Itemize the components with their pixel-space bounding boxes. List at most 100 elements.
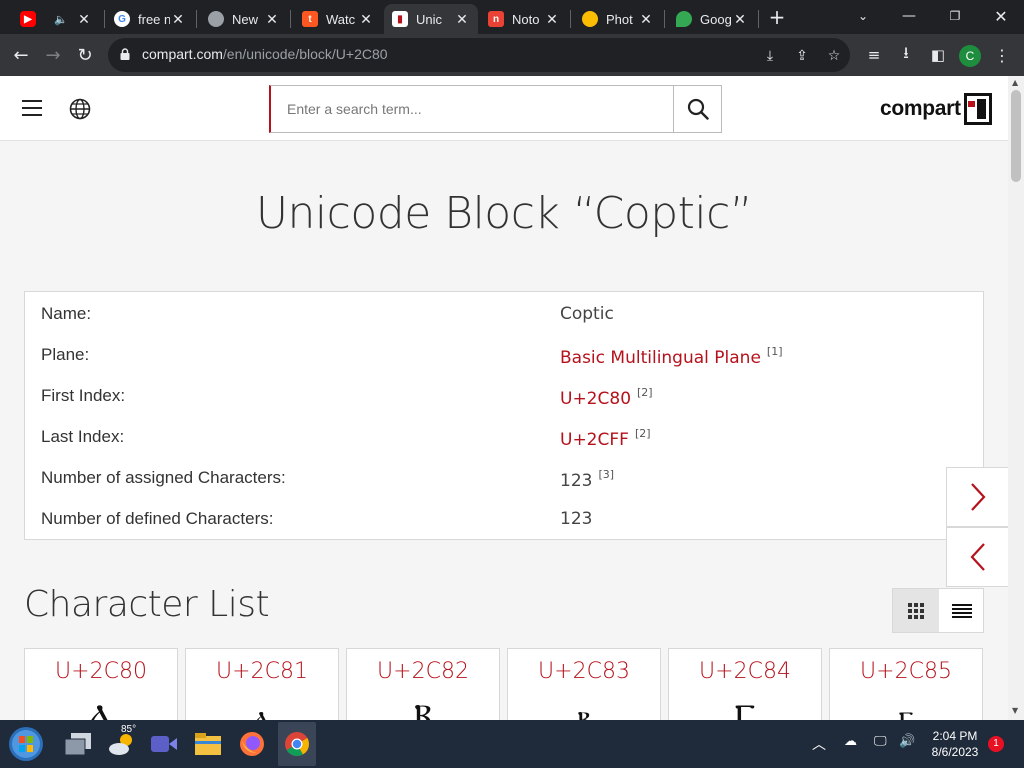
tab-search-icon[interactable]: ⌄ — [840, 0, 886, 32]
close-tab-icon[interactable]: ✕ — [638, 11, 654, 28]
compart-icon: ▮ — [392, 11, 408, 27]
compart-logo[interactable]: compart — [880, 92, 992, 126]
close-tab-icon[interactable]: ✕ — [454, 11, 470, 28]
weather-icon[interactable]: 85° — [106, 724, 138, 760]
tab-google[interactable]: G free n ✕ — [106, 4, 194, 34]
chevron-left-icon — [970, 543, 985, 571]
start-button[interactable] — [6, 724, 46, 764]
tab-noto[interactable]: n Noto ✕ — [480, 4, 568, 34]
character-glyph: Ⲁ — [88, 697, 114, 720]
footnote-ref[interactable]: [2] — [635, 427, 651, 440]
menu-kebab-icon[interactable]: ⋮ — [989, 42, 1015, 68]
close-tab-icon[interactable]: ✕ — [732, 11, 748, 28]
chrome-taskbar-icon[interactable] — [281, 728, 313, 760]
character-card[interactable]: U+2C82 Ⲃ — [346, 648, 500, 720]
forward-button[interactable]: → — [40, 42, 66, 68]
downloads-icon[interactable]: ⭳ — [893, 42, 919, 68]
scroll-up-arrow-icon[interactable]: ▲ — [1012, 78, 1018, 87]
close-tab-icon[interactable]: ✕ — [358, 11, 374, 28]
character-code[interactable]: U+2C80 — [25, 659, 177, 684]
tab-watch[interactable]: t Watc ✕ — [294, 4, 382, 34]
new-tab-button[interactable]: + — [766, 6, 788, 28]
character-code[interactable]: U+2C83 — [508, 659, 660, 684]
character-code[interactable]: U+2C81 — [186, 659, 338, 684]
info-label: Plane: — [41, 345, 90, 364]
t-icon: t — [302, 11, 318, 27]
system-clock[interactable]: 2:04 PM 8/6/2023 — [920, 728, 990, 760]
info-value-link[interactable]: U+2C80 [2] — [560, 386, 653, 409]
minimize-button[interactable]: — — [886, 0, 932, 32]
tab-photos[interactable]: Phot ✕ — [574, 4, 662, 34]
tab-youtube[interactable]: ▶ 🔈 ✕ — [12, 4, 100, 34]
show-hidden-icons-chevron-icon[interactable]: ︿ — [812, 734, 826, 754]
youtube-icon: ▶ — [20, 11, 36, 27]
address-bar[interactable]: compart.com/en/unicode/block/U+2C80 ⤓ ⇪ … — [108, 38, 850, 72]
character-card[interactable]: U+2C85 ⲅ — [829, 648, 983, 720]
character-glyph: ⲁ — [253, 697, 271, 720]
tab-maps[interactable]: Goog ✕ — [668, 4, 756, 34]
grid-view-icon — [908, 602, 924, 619]
search-input[interactable] — [271, 86, 673, 132]
page-scrollbar[interactable]: ▲ ▼ — [1008, 76, 1024, 720]
profile-avatar[interactable]: C — [959, 45, 981, 67]
globe-icon[interactable] — [69, 98, 91, 120]
share-icon[interactable]: ⇪ — [792, 46, 812, 66]
grid-view-button[interactable] — [893, 589, 939, 632]
volume-icon[interactable]: 🔊 — [899, 734, 915, 749]
footnote-ref[interactable]: [1] — [767, 345, 783, 358]
character-code[interactable]: U+2C84 — [669, 659, 821, 684]
web-page: compart Unicode Block “Coptic” Name: Cop… — [0, 76, 1008, 720]
restore-button[interactable]: ❐ — [932, 0, 978, 32]
speaker-icon[interactable]: 🔈 — [54, 13, 68, 26]
search-button[interactable] — [673, 85, 722, 133]
photos-icon — [582, 11, 598, 27]
install-icon[interactable]: ⤓ — [760, 46, 780, 66]
scrollbar-thumb[interactable] — [1011, 90, 1021, 182]
network-icon[interactable]: 🖵 — [874, 734, 887, 749]
search-field[interactable] — [269, 85, 674, 133]
character-code[interactable]: U+2C85 — [830, 659, 982, 684]
info-row-first-index: First Index: U+2C80 [2] — [25, 376, 985, 417]
close-tab-icon[interactable]: ✕ — [264, 11, 280, 28]
close-tab-icon[interactable]: ✕ — [76, 11, 92, 28]
clock-date: 8/6/2023 — [931, 745, 979, 759]
side-panel-icon[interactable]: ◧ — [925, 42, 951, 68]
meet-icon[interactable] — [148, 728, 180, 760]
bookmark-star-icon[interactable]: ☆ — [824, 46, 844, 66]
character-card[interactable]: U+2C81 ⲁ — [185, 648, 339, 720]
logo-text: compart — [880, 97, 961, 120]
character-card[interactable]: U+2C83 ⲃ — [507, 648, 661, 720]
media-queue-icon[interactable]: ≡ — [861, 42, 887, 68]
lock-icon — [120, 48, 130, 60]
tab-unicode-active[interactable]: ▮ Unic ✕ — [384, 4, 478, 34]
reload-button[interactable]: ↻ — [72, 42, 98, 68]
close-tab-icon[interactable]: ✕ — [544, 11, 560, 28]
previous-block-button[interactable] — [946, 527, 1008, 587]
character-code[interactable]: U+2C82 — [347, 659, 499, 684]
info-value-link[interactable]: U+2CFF [2] — [560, 427, 651, 450]
windows-taskbar: 85° ︿ ☁ 🖵 🔊 2:04 PM 8/6/2023 1 — [0, 720, 1024, 768]
scroll-down-arrow-icon[interactable]: ▼ — [1012, 706, 1018, 715]
list-view-button[interactable] — [939, 589, 985, 632]
close-tab-icon[interactable]: ✕ — [170, 11, 186, 28]
next-block-button[interactable] — [946, 467, 1008, 527]
character-glyph: Ⲅ — [734, 697, 756, 720]
tab-title: New — [232, 11, 259, 27]
info-value-link[interactable]: Basic Multilingual Plane [1] — [560, 345, 783, 368]
info-row-defined: Number of defined Characters: 123 — [25, 499, 985, 540]
firefox-icon[interactable] — [236, 728, 268, 760]
footnote-ref[interactable]: [3] — [598, 468, 614, 481]
character-card[interactable]: U+2C84 Ⲅ — [668, 648, 822, 720]
back-button[interactable]: ← — [8, 42, 34, 68]
footnote-ref[interactable]: [2] — [637, 386, 653, 399]
close-window-button[interactable]: ✕ — [978, 0, 1024, 32]
tab-new[interactable]: New ✕ — [200, 4, 288, 34]
file-explorer-icon[interactable] — [192, 728, 224, 760]
character-card[interactable]: U+2C80 Ⲁ — [24, 648, 178, 720]
url-text: compart.com/en/unicode/block/U+2C80 — [142, 46, 388, 62]
task-view-icon[interactable] — [62, 728, 94, 760]
hamburger-menu-icon[interactable] — [22, 100, 42, 116]
notification-badge[interactable]: 1 — [988, 736, 1004, 752]
tab-title: Unic — [416, 11, 443, 27]
onedrive-icon[interactable]: ☁ — [844, 734, 857, 749]
